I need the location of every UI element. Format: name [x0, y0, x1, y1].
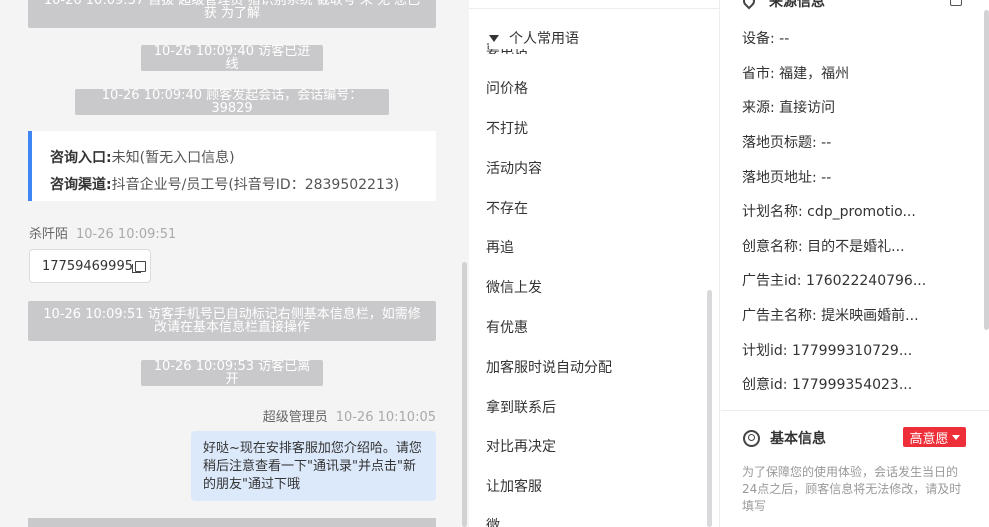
- source-row-landing-url: 落地页地址: --: [742, 170, 832, 186]
- source-row-region: 省市: 福建，福州: [742, 66, 850, 82]
- source-row-advertiser-id: 广告主id: 176022240796...: [742, 273, 927, 289]
- phrase-item[interactable]: 有优惠: [486, 317, 528, 337]
- phrase-category-label: 个人常用语: [509, 31, 579, 47]
- phrases-scrollbar[interactable]: [707, 290, 712, 527]
- edit-deadline-notice: 为了保障您的使用体验，会话发生当日的24点之后，顾客信息将无法修改，请及时填写: [742, 465, 962, 513]
- system-message-visitor-left: 10-26 10:09:53 访客已离开: [141, 360, 323, 386]
- basic-info-header: 基本信息: [743, 428, 826, 448]
- copy-icon[interactable]: [131, 260, 146, 273]
- phrase-item[interactable]: 让加客服: [486, 476, 542, 496]
- caret-down-icon: [951, 434, 960, 440]
- system-message-session-start: 10-26 10:09:40 顾客发起会话，会话编号：39829: [75, 89, 389, 115]
- phrase-item[interactable]: 对比再决定: [486, 436, 556, 456]
- source-info-title: 来源信息: [769, 0, 825, 10]
- channel-label: 咨询渠道:: [50, 176, 112, 193]
- source-row-advertiser-name: 广告主名称: 提米映画婚前...: [742, 308, 919, 324]
- source-row-landing-title: 落地页标题: --: [742, 135, 832, 151]
- visitor-name: 杀阡陌: [29, 227, 69, 242]
- admin-name: 超级管理员: [262, 410, 328, 425]
- admin-sender-line: 超级管理员 10-26 10:10:05: [263, 406, 436, 425]
- user-circle-icon: [743, 429, 760, 447]
- phrase-item[interactable]: 不打扰: [486, 118, 528, 138]
- entry-row: 咨询入口: 未知(暂无入口信息): [50, 143, 436, 170]
- system-message-visitor-joined: 10-26 10:09:40 访客已进线: [141, 45, 323, 71]
- phrase-item[interactable]: 加客服时说自动分配: [486, 357, 612, 377]
- edit-icon[interactable]: [950, 0, 962, 6]
- phrases-top-divider: [469, 8, 719, 9]
- phrase-item[interactable]: 微: [486, 515, 500, 527]
- phrase-item[interactable]: 再追: [486, 237, 514, 257]
- channel-row: 咨询渠道: 抖音企业号/员工号(抖音号ID：2839502213): [50, 170, 436, 197]
- phrase-item[interactable]: 活动内容: [486, 158, 542, 178]
- info-scrollbar[interactable]: [984, 10, 989, 330]
- chat-panel[interactable]: 10-26 10:09:37 自拔 超级管理员 猎识别系统 截取号 未 无 您已…: [0, 0, 469, 527]
- chat-scrollbar[interactable]: [462, 262, 467, 527]
- visitor-phone-number: 17759469995: [42, 258, 133, 274]
- phrase-item[interactable]: 问价格: [486, 78, 528, 98]
- source-row-device: 设备: --: [742, 31, 790, 47]
- phrase-item[interactable]: 拿到联系后: [486, 397, 556, 417]
- customer-info-panel[interactable]: 来源信息 设备: -- 省市: 福建，福州 来源: 直接访问 落地页标题: --…: [721, 0, 989, 527]
- caret-down-icon: [489, 34, 499, 42]
- intent-level-label: 高意愿: [909, 431, 949, 447]
- entry-label: 咨询入口:: [50, 149, 112, 166]
- source-row-creative-id: 创意id: 177999354023...: [742, 377, 913, 393]
- channel-value: 抖音企业号/员工号(抖音号ID：2839502213): [111, 176, 400, 193]
- phrase-category-toggle[interactable]: 个人常用语: [489, 27, 689, 49]
- basic-info-title: 基本信息: [770, 431, 826, 447]
- source-row-origin: 来源: 直接访问: [742, 100, 836, 116]
- source-info-header: 来源信息: [740, 0, 825, 11]
- visitor-sender-line: 杀阡陌 10-26 10:09:51: [29, 223, 176, 242]
- visitor-phone-bubble[interactable]: 17759469995: [29, 249, 151, 283]
- source-row-plan-name: 计划名称: cdp_promotio...: [742, 204, 916, 220]
- admin-message-bubble: 好哒~现在安排客服加您介绍哈。请您稍后注意查看一下"通讯录"并点击"新的朋友"通…: [191, 431, 436, 501]
- entry-info-card: 咨询入口: 未知(暂无入口信息) 咨询渠道: 抖音企业号/员工号(抖音号ID：2…: [28, 131, 436, 201]
- entry-value: 未知(暂无入口信息): [111, 149, 235, 166]
- phrase-item[interactable]: 微信上发: [486, 277, 542, 297]
- intent-level-dropdown[interactable]: 高意愿: [903, 427, 966, 447]
- system-message-truncated: 10-26 10:09:37 自拔 超级管理员 猎识别系统 截取号 未 无 您已…: [28, 0, 436, 28]
- system-message-phone-marked: 10-26 10:09:51 访客手机号已自动标记右侧基本信息栏，如需修改请在基…: [28, 301, 436, 341]
- location-icon: [740, 0, 758, 10]
- info-section-divider: [721, 410, 989, 411]
- phrase-item[interactable]: 不存在: [486, 198, 528, 218]
- source-row-plan-id: 计划id: 177999310729...: [742, 343, 913, 359]
- system-message-cut-off: [28, 518, 436, 527]
- admin-message-time: 10-26 10:10:05: [335, 410, 436, 425]
- source-row-creative-name: 创意名称: 目的不是婚礼...: [742, 239, 905, 255]
- quick-phrases-panel[interactable]: 要电话 个人常用语 问价格 不打扰 活动内容 不存在 再追 微信上发 有优惠 加…: [469, 0, 720, 527]
- visitor-message-time: 10-26 10:09:51: [76, 227, 177, 242]
